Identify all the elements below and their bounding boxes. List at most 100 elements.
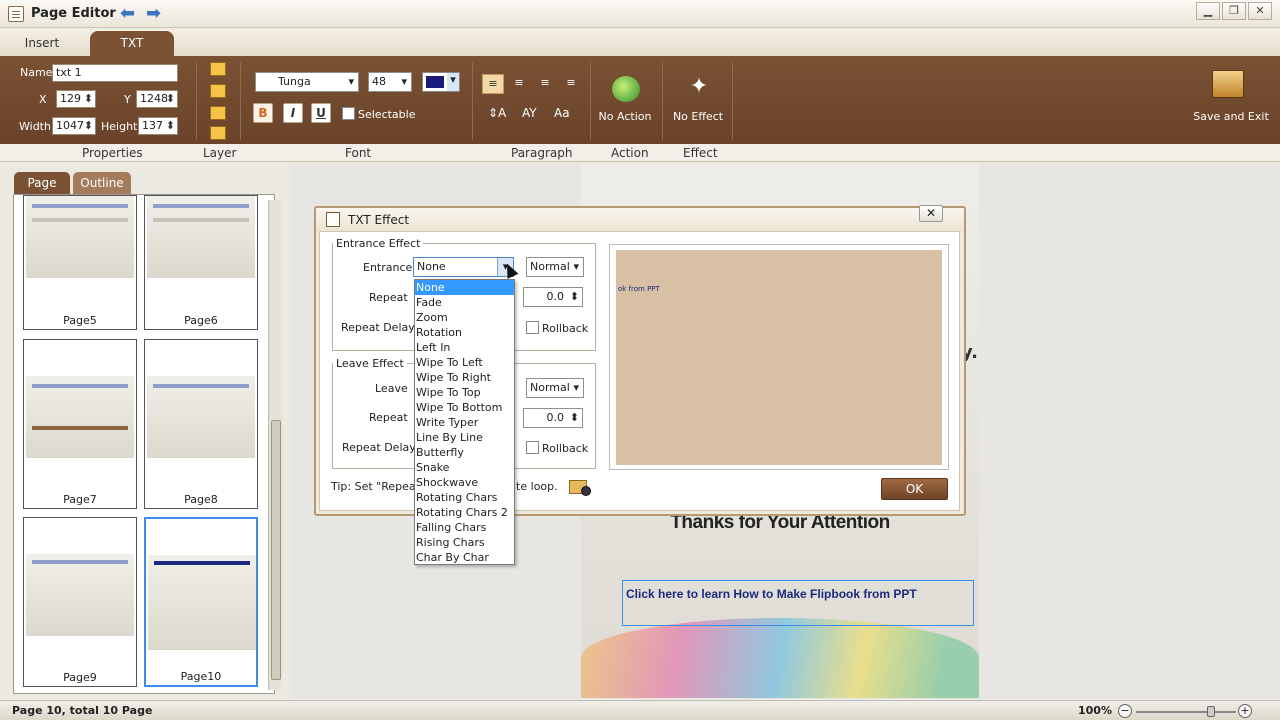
link-text: Click here to learn How to Make Flipbook… [626, 587, 917, 601]
redo-arrow-icon[interactable]: ➡ [146, 3, 161, 24]
justify-icon[interactable]: ≡ [560, 74, 582, 94]
x-label: X [39, 93, 47, 106]
no-effect-button[interactable]: No Effect [670, 110, 726, 123]
effect-option[interactable]: Shockwave [415, 475, 514, 490]
bring-front-icon[interactable] [210, 62, 226, 76]
effect-option[interactable]: Zoom [415, 310, 514, 325]
effect-option[interactable]: Wipe To Top [415, 385, 514, 400]
tab-insert[interactable]: Insert [22, 31, 62, 56]
dialog-title-bar: TXT Effect [316, 208, 964, 232]
zoom-in-button[interactable]: + [1238, 704, 1252, 718]
effect-option[interactable]: Write Typer [415, 415, 514, 430]
effect-option[interactable]: None [415, 280, 514, 295]
tab-page[interactable]: Page [14, 172, 70, 194]
repeat-input[interactable]: 0.0 [523, 287, 583, 307]
group-effect: Effect [683, 146, 718, 160]
font-family-select[interactable]: Tunga [255, 72, 359, 92]
rollback-checkbox[interactable]: Rollback [526, 321, 588, 335]
effect-option[interactable]: Snake [415, 460, 514, 475]
save-exit-button[interactable]: Save and Exit [1190, 110, 1272, 123]
underline-button[interactable]: U [311, 103, 331, 123]
tip-text-end: ite loop. [513, 480, 558, 493]
selected-text-box[interactable]: Click here to learn How to Make Flipbook… [622, 580, 974, 626]
preview-text: ok from PPT [618, 285, 660, 293]
effect-option[interactable]: Wipe To Right [415, 370, 514, 385]
effect-option[interactable]: Char By Char [415, 550, 514, 565]
page-thumb[interactable]: Page8 [144, 339, 258, 509]
width-input[interactable]: 1047 [52, 117, 96, 135]
y-input[interactable]: 1248 [136, 90, 178, 108]
page-thumb[interactable]: Page5 [23, 195, 137, 330]
effect-option[interactable]: Left In [415, 340, 514, 355]
save-exit-icon[interactable] [1212, 70, 1244, 98]
leave-speed-select[interactable]: Normal [526, 378, 584, 398]
entrance-speed-select[interactable]: Normal [526, 257, 584, 277]
leave-rollback-checkbox[interactable]: Rollback [526, 441, 588, 455]
effect-option[interactable]: Wipe To Left [415, 355, 514, 370]
leave-repeat-label: Repeat [369, 411, 408, 424]
magic-wand-icon[interactable]: ✦ [686, 74, 712, 102]
undo-arrow-icon[interactable]: ⬅ [120, 3, 135, 24]
page-thumb[interactable]: Page10 [144, 517, 258, 687]
effect-option[interactable]: Line By Line [415, 430, 514, 445]
effect-option[interactable]: Rotating Chars [415, 490, 514, 505]
entrance-select[interactable]: None [413, 257, 514, 277]
page-thumb-label: Page7 [63, 493, 97, 506]
entrance-effect-dropdown: None Fade Zoom Rotation Left In Wipe To … [414, 279, 515, 565]
effect-option[interactable]: Falling Chars [415, 520, 514, 535]
leave-legend: Leave Effect [336, 357, 404, 370]
dialog-title: TXT Effect [348, 213, 410, 227]
effect-option[interactable]: Rising Chars [415, 535, 514, 550]
align-left-icon[interactable]: ≡ [482, 74, 504, 94]
zoom-slider-handle[interactable] [1207, 706, 1215, 717]
char-spacing-icon[interactable]: AY [522, 106, 537, 120]
repeat-delay-label: Repeat Delay [341, 321, 415, 334]
tab-txt[interactable]: TXT [90, 31, 174, 56]
folder-icon[interactable] [567, 476, 593, 498]
line-spacing-icon[interactable]: ⇕A [488, 106, 506, 120]
send-back-icon[interactable] [210, 126, 226, 140]
italic-button[interactable]: I [283, 103, 303, 123]
group-properties: Properties [82, 146, 143, 160]
effect-option[interactable]: Butterfly [415, 445, 514, 460]
height-input[interactable]: 137 [138, 117, 178, 135]
effect-option[interactable]: Rotation [415, 325, 514, 340]
align-right-icon[interactable]: ≡ [534, 74, 556, 94]
page-thumb-label: Page6 [184, 314, 218, 327]
font-color-picker[interactable]: ▾ [422, 72, 460, 92]
ok-button[interactable]: OK [881, 478, 948, 500]
group-action: Action [611, 146, 649, 160]
font-size-select[interactable]: 48 [368, 72, 412, 92]
tab-outline[interactable]: Outline [73, 172, 131, 194]
dialog-close-button[interactable]: ✕ [919, 205, 943, 222]
x-input[interactable]: 129 [56, 90, 96, 108]
text-case-icon[interactable]: Aa [554, 106, 570, 120]
effect-option[interactable]: Wipe To Bottom [415, 400, 514, 415]
thumbs-scrollbar[interactable] [268, 200, 282, 690]
no-action-button[interactable]: No Action [596, 110, 654, 123]
minimize-button[interactable]: ▁ [1196, 2, 1220, 20]
align-center-icon[interactable]: ≡ [508, 74, 530, 94]
leave-repeat-input[interactable]: 0.0 [523, 408, 583, 428]
effect-option[interactable]: Fade [415, 295, 514, 310]
send-backward-icon[interactable] [210, 106, 226, 120]
repeat-label: Repeat [369, 291, 408, 304]
height-label: Height [101, 120, 138, 133]
name-input[interactable]: txt 1 [52, 64, 178, 82]
zoom-level: 100% [1078, 704, 1112, 717]
effect-option[interactable]: Rotating Chars 2 [415, 505, 514, 520]
no-action-icon[interactable] [612, 76, 640, 102]
zoom-out-button[interactable]: − [1118, 704, 1132, 718]
close-window-button[interactable]: ✕ [1248, 2, 1272, 20]
group-font: Font [345, 146, 372, 160]
bring-forward-icon[interactable] [210, 84, 226, 98]
page-thumb[interactable]: Page7 [23, 339, 137, 509]
bold-button[interactable]: B [253, 103, 273, 123]
title-bar: Page Editor ⬅ ➡ ▁ ❐ ✕ [0, 0, 1280, 28]
maximize-button[interactable]: ❐ [1222, 2, 1246, 20]
page-thumb[interactable]: Page9 [23, 517, 137, 687]
selectable-checkbox[interactable]: Selectable [342, 107, 415, 121]
page-thumb[interactable]: Page6 [144, 195, 258, 330]
zoom-slider[interactable] [1136, 711, 1236, 713]
leave-label: Leave [375, 382, 408, 395]
